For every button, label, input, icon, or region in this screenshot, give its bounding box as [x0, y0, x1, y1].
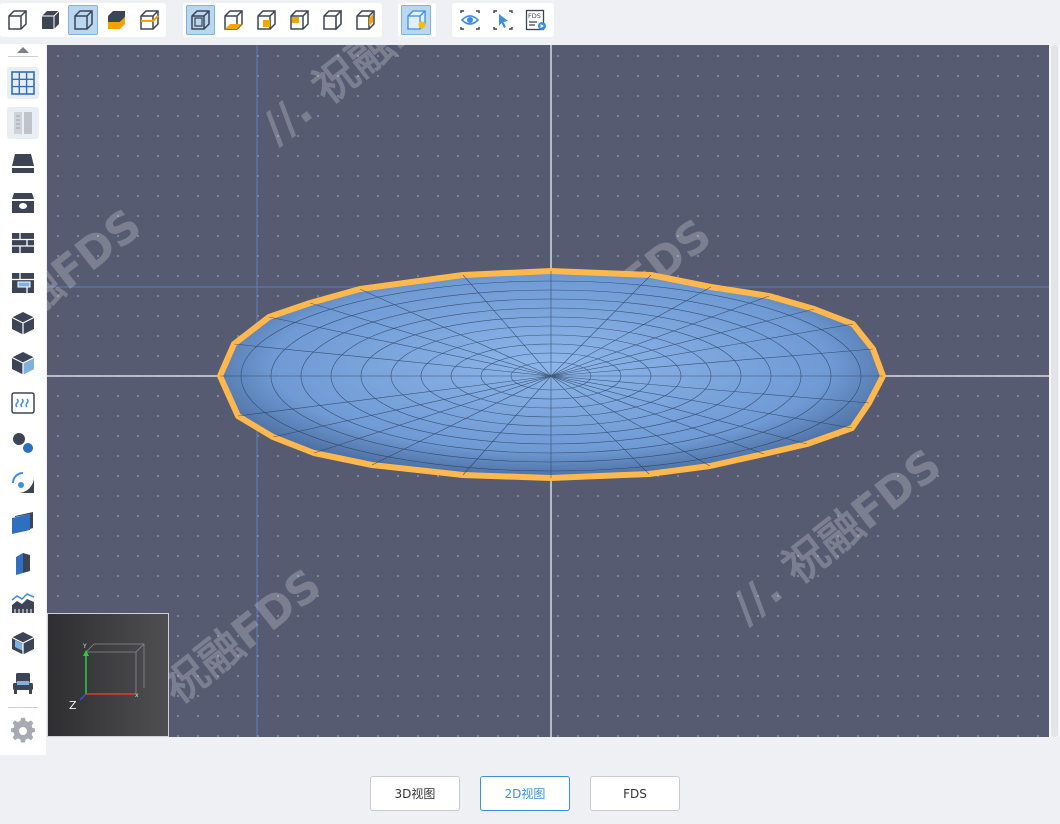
transparent-cube-icon[interactable] [68, 5, 98, 35]
top-toolbar: FDS [0, 0, 1060, 40]
ceiling-icon[interactable] [7, 187, 39, 219]
ramp-icon[interactable] [7, 587, 39, 619]
hollow-block-icon[interactable] [7, 347, 39, 379]
fds-view-button[interactable]: FDS [590, 776, 680, 811]
top-view-cube-icon[interactable] [185, 5, 216, 35]
3d-viewport[interactable]: //. 祝融FDS //. 祝融FDS //. 祝融FDS //. 祝融FDS … [47, 45, 1049, 737]
yellow-edge-cube-icon[interactable] [134, 5, 164, 35]
tools-group: FDS [452, 3, 554, 37]
vent-icon[interactable] [7, 387, 39, 419]
eye-view-icon[interactable] [455, 5, 485, 35]
scroll-up-arrow-icon[interactable] [8, 46, 38, 57]
half-fill-cube-icon[interactable] [101, 5, 131, 35]
light-cube-icon[interactable] [400, 5, 431, 35]
3d-view-button[interactable]: 3D视图 [370, 776, 460, 811]
chair-icon[interactable] [7, 667, 39, 699]
vertical-scrollbar[interactable] [1049, 45, 1060, 737]
select-pointer-icon[interactable] [488, 5, 518, 35]
wireframe-cube-icon[interactable] [3, 5, 33, 35]
slab-icon[interactable] [7, 507, 39, 539]
scrollbar-thumb[interactable] [1051, 45, 1058, 737]
lighting-group [398, 3, 436, 37]
left-sidebar [0, 44, 46, 755]
solid-block-icon[interactable] [7, 307, 39, 339]
axis-z-label: Z [69, 699, 77, 712]
door-icon[interactable] [7, 547, 39, 579]
view-direction-group [183, 3, 382, 37]
wall-icon[interactable] [7, 227, 39, 259]
svg-text:x: x [135, 692, 139, 699]
panel-icon[interactable] [7, 107, 39, 139]
box-icon[interactable] [7, 627, 39, 659]
right-view-cube-icon[interactable] [251, 5, 281, 35]
2d-view-button[interactable]: 2D视图 [480, 776, 570, 811]
sidebar-divider [8, 707, 38, 708]
solid-cube-icon[interactable] [35, 5, 65, 35]
fds-export-icon[interactable]: FDS [521, 5, 551, 35]
settings-icon[interactable] [7, 715, 39, 747]
back-view-cube-icon[interactable] [350, 5, 380, 35]
sprinkler-icon[interactable] [7, 467, 39, 499]
front-view-cube-icon[interactable] [284, 5, 314, 35]
svg-text:Y: Y [82, 643, 87, 650]
fds-export-label: FDS [528, 12, 541, 20]
selected-ellipse [217, 268, 886, 481]
bottom-view-cube-icon[interactable] [218, 5, 248, 35]
axes-indicator: Y x Z [47, 613, 169, 737]
grid-icon[interactable] [7, 67, 39, 99]
display-mode-group [0, 3, 166, 37]
window-wall-icon[interactable] [7, 267, 39, 299]
particles-icon[interactable] [7, 427, 39, 459]
left-view-cube-icon[interactable] [317, 5, 347, 35]
floor-icon[interactable] [7, 147, 39, 179]
